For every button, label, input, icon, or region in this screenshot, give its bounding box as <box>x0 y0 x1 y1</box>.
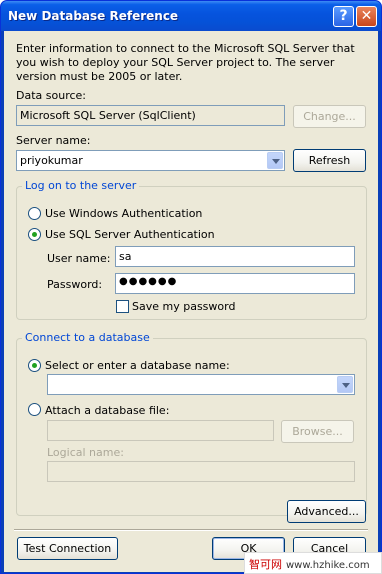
server-name-combobox[interactable]: priyokumar <box>16 150 285 171</box>
test-connection-label: Test Connection <box>23 542 112 555</box>
windows-auth-radio[interactable] <box>28 207 41 220</box>
attach-file-radio[interactable] <box>28 403 41 416</box>
watermark-site: www.hzhike.com <box>286 560 370 571</box>
save-password-label[interactable]: Save my password <box>132 300 235 313</box>
database-name-combobox[interactable] <box>47 374 355 395</box>
logical-name-input[interactable] <box>47 461 355 482</box>
select-db-radio[interactable] <box>28 359 41 372</box>
database-dropdown-icon[interactable] <box>337 376 353 393</box>
change-button-label: Change... <box>303 110 356 123</box>
select-db-label[interactable]: Select or enter a database name: <box>45 359 230 372</box>
windows-auth-label[interactable]: Use Windows Authentication <box>45 207 202 220</box>
password-label: Password: <box>47 278 103 291</box>
sql-auth-radio[interactable] <box>28 228 41 241</box>
close-button[interactable]: ✕ <box>356 6 377 27</box>
test-connection-button[interactable]: Test Connection <box>17 537 118 560</box>
help-button[interactable]: ? <box>333 6 354 27</box>
dialog-window: New Database Reference ? ✕ Enter informa… <box>0 0 382 574</box>
logical-name-label: Logical name: <box>47 446 124 459</box>
server-name-label: Server name: <box>16 134 91 147</box>
change-button[interactable]: Change... <box>293 105 366 128</box>
separator <box>14 529 368 531</box>
data-source-label: Data source: <box>16 89 86 102</box>
password-input[interactable]: ●●●●●● <box>115 273 355 294</box>
attach-file-label[interactable]: Attach a database file: <box>45 404 169 417</box>
dialog-body: Enter information to connect to the Micr… <box>4 31 378 572</box>
user-name-input[interactable]: sa <box>115 246 355 267</box>
sql-auth-label[interactable]: Use SQL Server Authentication <box>45 228 215 241</box>
user-name-label: User name: <box>47 252 111 265</box>
data-source-field: Microsoft SQL Server (SqlClient) <box>16 105 285 126</box>
server-name-value: priyokumar <box>20 154 83 167</box>
advanced-button[interactable]: Advanced... <box>287 500 366 523</box>
data-source-value: Microsoft SQL Server (SqlClient) <box>20 109 196 122</box>
refresh-button[interactable]: Refresh <box>293 149 366 172</box>
user-name-value: sa <box>119 250 132 263</box>
intro-text: Enter information to connect to the Micr… <box>16 42 355 83</box>
password-value: ●●●●●● <box>119 276 178 287</box>
server-name-dropdown-icon[interactable] <box>267 152 283 169</box>
window-title: New Database Reference <box>8 9 179 23</box>
attach-file-input[interactable] <box>47 420 274 441</box>
advanced-button-label: Advanced... <box>294 505 359 518</box>
refresh-button-label: Refresh <box>308 154 351 167</box>
logon-legend: Log on to the server <box>22 179 140 192</box>
title-bar[interactable]: New Database Reference ? ✕ <box>1 1 381 31</box>
help-icon: ? <box>339 8 348 24</box>
save-password-checkbox[interactable] <box>116 300 129 313</box>
browse-button[interactable]: Browse... <box>281 420 354 443</box>
close-icon: ✕ <box>360 8 373 24</box>
watermark-banner: 智可网 www.hzhike.com <box>244 552 382 574</box>
connect-legend: Connect to a database <box>22 331 153 344</box>
watermark-brand: 智可网 <box>249 558 282 571</box>
browse-button-label: Browse... <box>292 425 343 438</box>
